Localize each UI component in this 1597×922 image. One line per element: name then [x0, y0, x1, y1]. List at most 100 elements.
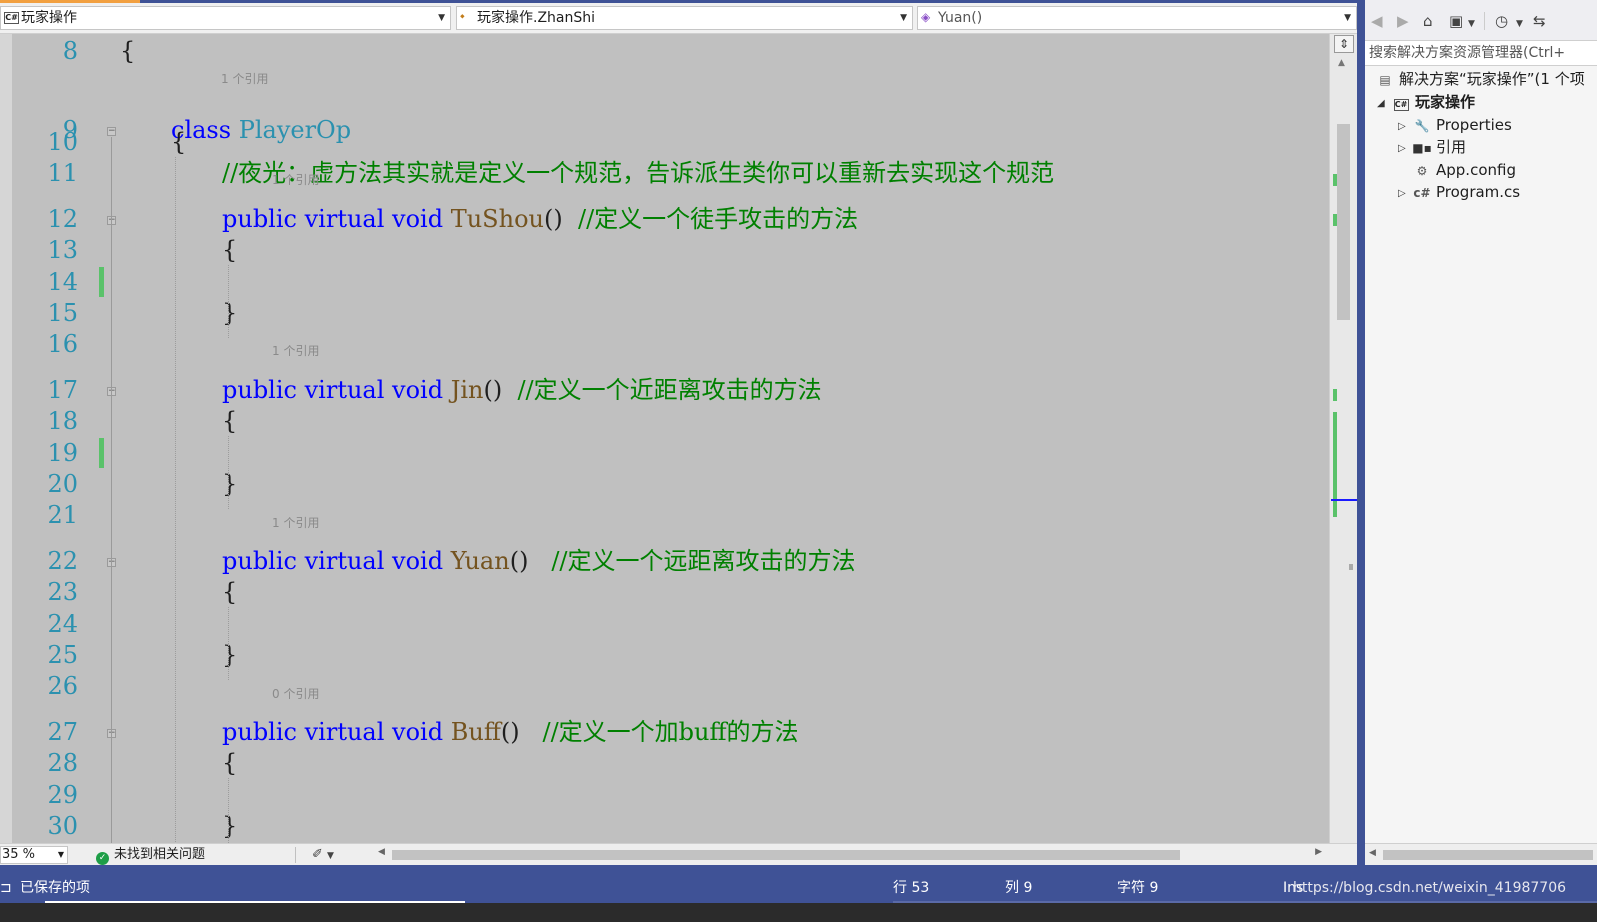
code-line[interactable]: }: [222, 640, 237, 670]
code-token: void: [392, 718, 451, 746]
code-token: PlayerOp: [238, 116, 352, 144]
code-lens-references[interactable]: 1 个引用: [272, 344, 319, 358]
csharp-file-icon: c#: [1413, 186, 1431, 200]
status-column[interactable]: 列 9: [1005, 879, 1032, 897]
chevron-down-icon[interactable]: ▼: [1516, 15, 1523, 33]
tree-item-program-cs[interactable]: ▷ c# Program.cs: [1398, 181, 1520, 205]
scrollbar-thumb[interactable]: [392, 850, 1180, 860]
scroll-left-icon[interactable]: ◀: [1369, 848, 1376, 858]
scrollbar-thumb[interactable]: [1337, 124, 1350, 320]
forward-icon[interactable]: ▶: [1397, 12, 1409, 30]
method-icon: ◈: [921, 10, 931, 24]
solution-horizontal-scrollbar[interactable]: ◀: [1365, 843, 1597, 865]
scroll-right-icon[interactable]: ▶: [1315, 847, 1322, 857]
tree-item-project[interactable]: ◢ C# 玩家操作: [1377, 91, 1475, 115]
code-cleanup-button[interactable]: ✐ ▼: [312, 846, 334, 865]
change-marker: [1333, 389, 1337, 401]
code-token: void: [392, 547, 451, 575]
code-lens-references[interactable]: 0 个引用: [272, 687, 319, 701]
tree-item-solution[interactable]: ▤ 解决方案“玩家操作”(1 个项: [1375, 68, 1584, 91]
chevron-down-icon[interactable]: ▼: [1344, 7, 1351, 29]
tree-item-references[interactable]: ▷ ■▪ 引用: [1398, 136, 1466, 160]
tree-item-label: Properties: [1436, 116, 1512, 134]
chevron-down-icon[interactable]: ▼: [438, 7, 445, 29]
code-line[interactable]: {: [171, 127, 186, 157]
code-token: {: [222, 407, 238, 435]
class-dropdown[interactable]: ⬩ 玩家操作.ZhanShi ▼: [456, 6, 913, 30]
status-char[interactable]: 字符 9: [1117, 879, 1158, 897]
tree-item-properties[interactable]: ▷ 🔧 Properties: [1398, 114, 1512, 138]
vertical-scrollbar[interactable]: ⇕ ▲ ▼: [1329, 34, 1357, 860]
collapsed-triangle-icon[interactable]: ▷: [1398, 138, 1412, 160]
scroll-up-icon[interactable]: ▲: [1338, 58, 1345, 68]
saved-icon: ⊐: [0, 880, 12, 896]
expanded-triangle-icon[interactable]: ◢: [1377, 93, 1391, 115]
line-number-gutter[interactable]: 89−101112−1314151617−1819202122−23242526…: [12, 34, 120, 860]
code-line[interactable]: public virtual void Buff() //定义一个加buff的方…: [222, 717, 799, 747]
selection-margin[interactable]: [0, 34, 12, 860]
home-icon[interactable]: ⌂: [1423, 12, 1433, 30]
horizontal-scrollbar[interactable]: ◀ ▶: [372, 844, 1330, 865]
code-line[interactable]: class PlayerOp: [171, 115, 351, 145]
switch-views-icon[interactable]: ▣: [1449, 12, 1463, 30]
zoom-dropdown[interactable]: 35 % ▼: [0, 846, 68, 864]
indent-guide: [228, 436, 229, 509]
panel-splitter[interactable]: [1357, 0, 1365, 865]
project-dropdown[interactable]: C# 玩家操作 ▼: [0, 6, 451, 30]
line-number: 28: [47, 749, 78, 777]
line-number: 22: [47, 547, 78, 575]
code-area[interactable]: {1 个引用 class PlayerOp{//夜光：虚方法其实就是定义一个规范，…: [120, 34, 1355, 860]
chevron-down-icon[interactable]: ▼: [900, 7, 907, 29]
line-number: 29: [47, 781, 78, 809]
pending-changes-icon[interactable]: ◷: [1495, 12, 1508, 30]
code-line[interactable]: public virtual void TuShou() //定义一个徒手攻击的…: [222, 204, 858, 234]
code-line[interactable]: //夜光：虚方法其实就是定义一个规范，告诉派生类你可以重新去实现这个规范: [222, 158, 1054, 188]
code-line[interactable]: }: [222, 811, 237, 841]
code-line[interactable]: }: [222, 469, 237, 499]
code-line[interactable]: {: [222, 235, 237, 265]
status-row[interactable]: 行 53: [893, 879, 929, 897]
member-dropdown[interactable]: ◈ Yuan() ▼: [917, 6, 1357, 30]
code-token: public: [222, 205, 305, 233]
code-token: //定义一个加buff的方法: [542, 718, 799, 746]
fold-guide: [111, 568, 112, 662]
change-marker: [1333, 412, 1337, 517]
solution-search-input[interactable]: 搜索解决方案资源管理器(Ctrl+: [1365, 40, 1597, 66]
code-lens-references[interactable]: 1 个引用: [221, 72, 268, 86]
code-token: (): [483, 376, 518, 404]
scroll-left-icon[interactable]: ◀: [378, 847, 385, 857]
indent-guide: [228, 607, 229, 680]
tree-item-app-config[interactable]: ⚙ App.config: [1398, 159, 1516, 182]
code-line[interactable]: {: [120, 36, 135, 66]
code-line[interactable]: }: [222, 298, 237, 328]
code-line[interactable]: public virtual void Yuan() //定义一个远距离攻击的方…: [222, 546, 856, 576]
chevron-down-icon[interactable]: ▼: [58, 847, 64, 863]
code-line[interactable]: public virtual void Jin() //定义一个近距离攻击的方法: [222, 375, 822, 405]
change-marker: [99, 267, 104, 297]
code-lens-references[interactable]: 1 个引用: [272, 173, 319, 187]
chevron-down-icon[interactable]: ▼: [1468, 15, 1475, 33]
code-lens-references[interactable]: 1 个引用: [272, 516, 319, 530]
code-token: //夜光：虚方法其实就是定义一个规范，告诉派生类你可以重新去实现这个规范: [222, 159, 1055, 187]
project-dropdown-value: 玩家操作: [21, 10, 77, 26]
solution-explorer-toolbar: ◀ ▶ ⌂ ▣ ▼ ◷ ▼ ⇆: [1365, 0, 1597, 40]
split-editor-icon[interactable]: ⇕: [1334, 35, 1354, 53]
collapse-icon[interactable]: −: [107, 127, 116, 136]
issues-indicator[interactable]: ✓ 未找到相关问题: [96, 846, 205, 865]
brush-icon: ✐: [312, 847, 323, 862]
code-token: virtual: [304, 205, 393, 233]
code-token: {: [222, 236, 238, 264]
sync-icon[interactable]: ⇆: [1533, 12, 1546, 30]
collapsed-triangle-icon[interactable]: ▷: [1398, 183, 1412, 205]
scrollbar-thumb[interactable]: [1383, 850, 1593, 860]
code-editor[interactable]: 89−101112−1314151617−1819202122−23242526…: [0, 34, 1357, 860]
line-number: 8: [62, 37, 78, 65]
code-token: {: [171, 128, 187, 156]
back-icon[interactable]: ◀: [1371, 12, 1383, 30]
change-marker: [1333, 174, 1337, 186]
code-line[interactable]: {: [222, 406, 237, 436]
code-token: public: [222, 547, 305, 575]
code-line[interactable]: {: [222, 577, 237, 607]
code-line[interactable]: {: [222, 748, 237, 778]
collapsed-triangle-icon[interactable]: ▷: [1398, 116, 1412, 138]
